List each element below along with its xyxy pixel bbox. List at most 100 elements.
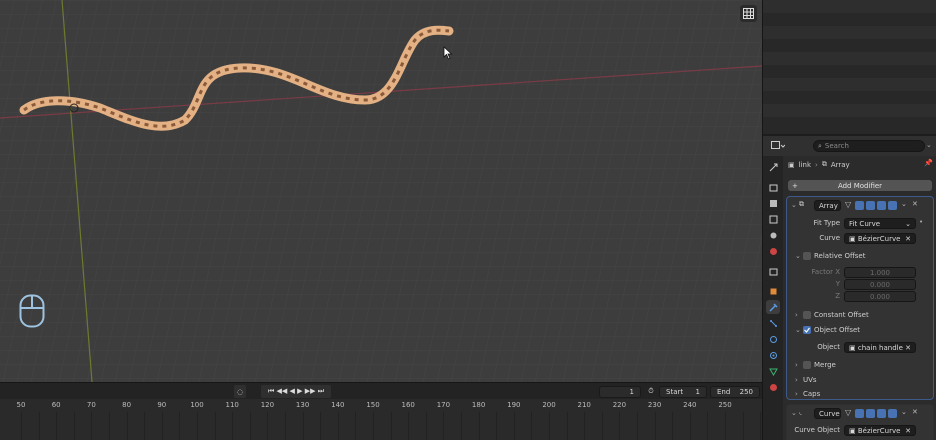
- outliner-row[interactable]: [763, 52, 936, 65]
- curve-object-field[interactable]: ▣ BézierCurve ✕: [844, 425, 916, 436]
- outliner-row[interactable]: [763, 104, 936, 117]
- physics-tab-icon[interactable]: [766, 332, 780, 346]
- render-camera-icon[interactable]: [888, 201, 897, 210]
- viewport-display-icon[interactable]: [877, 409, 886, 418]
- outliner-row[interactable]: [763, 0, 936, 13]
- frame-gridline: [144, 412, 146, 440]
- edit-mode-icon[interactable]: [866, 409, 875, 418]
- fit-type-select[interactable]: Fit Curve ⌄: [844, 218, 916, 229]
- stopwatch-icon[interactable]: ⏱: [645, 385, 657, 398]
- close-icon[interactable]: ✕: [905, 235, 911, 243]
- chevron-right-icon[interactable]: ›: [795, 361, 798, 369]
- search-input[interactable]: ⌕ Search: [813, 140, 925, 152]
- particles-tab-icon[interactable]: [766, 316, 780, 330]
- chevron-down-icon[interactable]: ⌄: [795, 326, 801, 334]
- offset-object-value: chain handle: [857, 343, 903, 352]
- current-frame-field[interactable]: 1: [599, 386, 641, 398]
- world-tab-icon[interactable]: [766, 244, 780, 258]
- close-icon[interactable]: ✕: [905, 344, 911, 352]
- render-tab-icon[interactable]: [766, 180, 780, 194]
- curve-field[interactable]: ▣ BézierCurve ✕: [844, 233, 916, 244]
- start-frame-field[interactable]: Start 1: [659, 386, 707, 398]
- frame-tick-label: 60: [51, 401, 61, 409]
- edit-mode-cage-icon[interactable]: ▽: [845, 408, 851, 417]
- timeline-tracks[interactable]: [0, 412, 762, 440]
- edit-mode-cage-icon[interactable]: ▽: [845, 200, 851, 209]
- fit-type-label: Fit Type: [813, 219, 840, 227]
- outliner-row[interactable]: [763, 26, 936, 39]
- pin-icon[interactable]: 📌: [924, 159, 933, 167]
- object-tab-icon[interactable]: [766, 284, 780, 298]
- edit-mode-icon[interactable]: [866, 201, 875, 210]
- curve-modifier-name-field[interactable]: Curve: [814, 408, 841, 419]
- fit-type-value: Fit Curve: [849, 219, 881, 228]
- timeline[interactable]: ◌ ⏮ ◀◀ ◀ ▶ ▶▶ ⏭ 1 ⏱ Start 1 End 250 50 60 70…: [0, 382, 762, 440]
- frame-gridline: [214, 412, 216, 440]
- grid-view-icon[interactable]: [740, 5, 757, 22]
- outliner-row[interactable]: [763, 117, 936, 130]
- constant-offset-checkbox[interactable]: [803, 311, 811, 319]
- chevron-down-icon[interactable]: ⌄: [795, 252, 801, 260]
- keyframe-icon[interactable]: ◌: [234, 385, 246, 398]
- 3d-viewport[interactable]: [0, 0, 762, 382]
- breadcrumb-object[interactable]: link: [799, 161, 811, 169]
- offset-object-field[interactable]: ▣ chain handle ✕: [844, 342, 916, 353]
- collection-tab-icon[interactable]: [766, 264, 780, 278]
- end-label: End: [717, 388, 731, 396]
- frame-gridline: [390, 412, 392, 440]
- outliner[interactable]: [763, 0, 936, 134]
- output-tab-icon[interactable]: [766, 196, 780, 210]
- outliner-row[interactable]: [763, 91, 936, 104]
- constraints-tab-icon[interactable]: [766, 348, 780, 362]
- on-cage-icon[interactable]: [855, 409, 864, 418]
- chevron-down-icon[interactable]: ⌄: [791, 201, 797, 209]
- end-frame-field[interactable]: End 250: [710, 386, 760, 398]
- modifier-tab-icon[interactable]: [766, 300, 780, 314]
- outliner-row[interactable]: [763, 39, 936, 52]
- chevron-down-icon[interactable]: ⌄: [926, 141, 932, 149]
- uvs-label[interactable]: UVs: [803, 376, 817, 384]
- frame-gridline: [56, 412, 58, 440]
- chevron-right-icon[interactable]: ›: [795, 376, 798, 384]
- factor-z-field[interactable]: 0.000: [844, 291, 916, 302]
- object-offset-checkbox[interactable]: [803, 326, 811, 334]
- outliner-row[interactable]: [763, 78, 936, 91]
- outliner-row[interactable]: [763, 65, 936, 78]
- factor-y-field[interactable]: 0.000: [844, 279, 916, 290]
- search-placeholder: Search: [824, 142, 849, 150]
- modifier-name-field[interactable]: Array: [814, 200, 841, 211]
- breadcrumb-modifier[interactable]: Array: [831, 161, 850, 169]
- close-icon[interactable]: ✕: [912, 408, 918, 416]
- properties-editor[interactable]: ⌕ Search ⌄ ▣ link › ⧉ Array 📌 + Add Modi…: [763, 136, 936, 440]
- frame-ruler[interactable]: 50 60 70 80 90 100 110 120 130 140 150 160 170 180 190…: [0, 399, 762, 412]
- view-layer-tab-icon[interactable]: [766, 212, 780, 226]
- caps-label[interactable]: Caps: [803, 390, 820, 398]
- viewport-grid: [0, 0, 762, 382]
- chevron-down-icon[interactable]: ⌄: [791, 409, 797, 417]
- close-icon[interactable]: ✕: [912, 200, 918, 208]
- frame-gridline: [461, 412, 462, 440]
- chevron-right-icon[interactable]: ›: [795, 311, 798, 319]
- modifier-name: Array: [819, 201, 838, 210]
- tool-tab-icon[interactable]: [766, 160, 780, 174]
- scene-tab-icon[interactable]: [766, 228, 780, 242]
- render-camera-icon[interactable]: [888, 409, 897, 418]
- frame-gridline: [337, 412, 339, 440]
- chevron-down-icon[interactable]: ⌄: [901, 200, 907, 208]
- editor-type-icon[interactable]: [771, 141, 786, 151]
- close-icon[interactable]: ✕: [905, 427, 911, 435]
- add-modifier-button[interactable]: + Add Modifier: [788, 180, 932, 191]
- chevron-down-icon[interactable]: ⌄: [901, 408, 907, 416]
- material-tab-icon[interactable]: [766, 380, 780, 394]
- decorator-dot-icon[interactable]: •: [919, 218, 923, 226]
- playback-controls[interactable]: ⏮ ◀◀ ◀ ▶ ▶▶ ⏭: [261, 385, 331, 398]
- factor-x-field[interactable]: 1.000: [844, 267, 916, 278]
- outliner-row[interactable]: [763, 13, 936, 26]
- on-cage-icon[interactable]: [855, 201, 864, 210]
- merge-checkbox[interactable]: [803, 361, 811, 369]
- merge-label: Merge: [814, 361, 836, 369]
- chevron-right-icon[interactable]: ›: [795, 390, 798, 398]
- data-tab-icon[interactable]: [766, 364, 780, 378]
- relative-offset-checkbox[interactable]: [803, 252, 811, 260]
- viewport-display-icon[interactable]: [877, 201, 886, 210]
